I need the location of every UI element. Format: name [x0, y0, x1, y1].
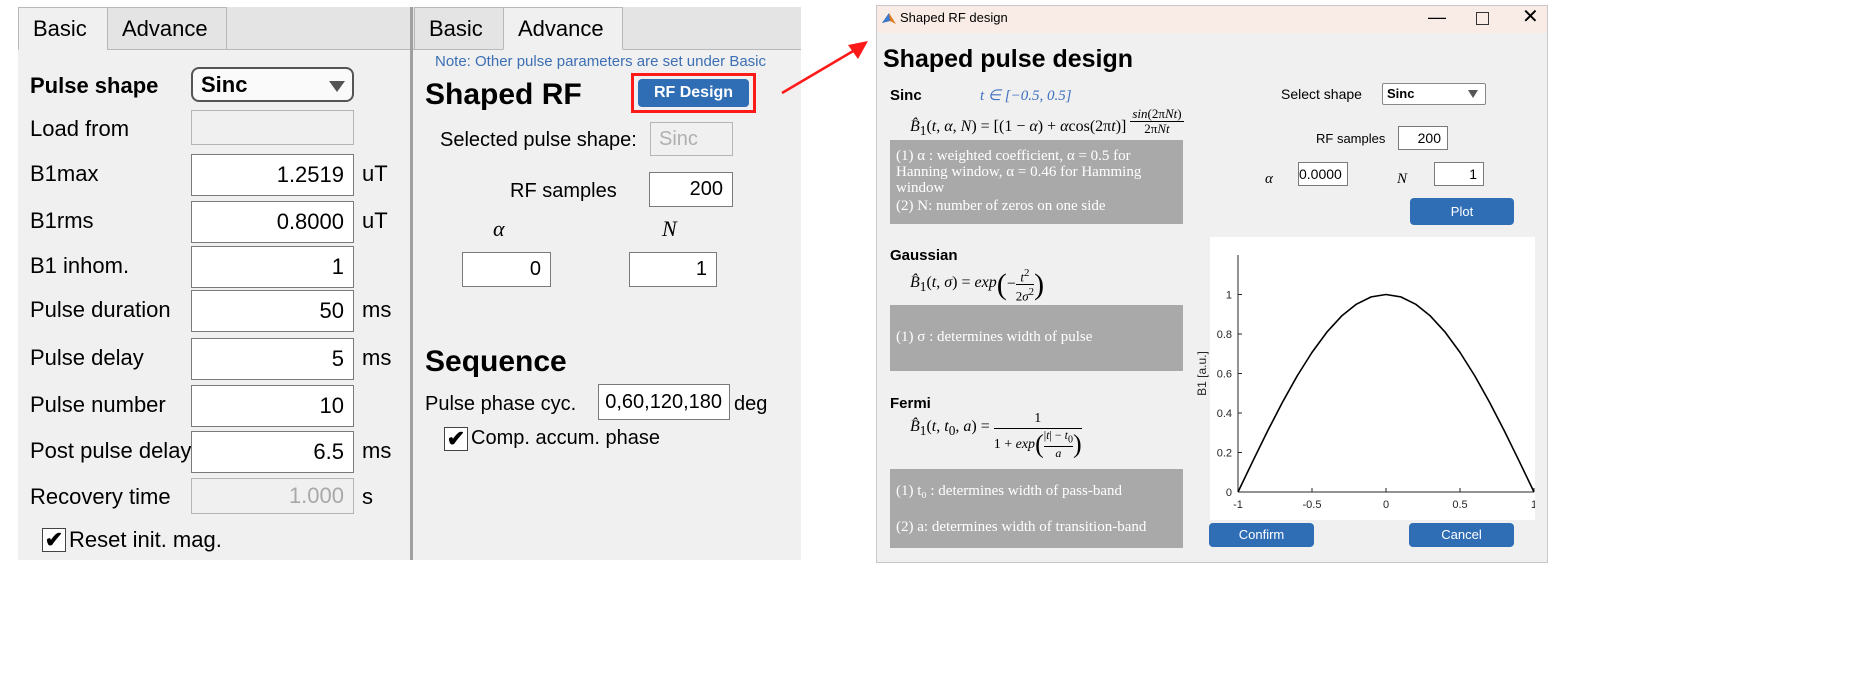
recovery-time-field: 1.000 [191, 478, 354, 514]
gaussian-desc-line1: (1) σ : determines width of pulse [896, 329, 1093, 345]
x-tick-label: -0.5 [1303, 499, 1322, 511]
minimize-icon[interactable]: — [1428, 4, 1446, 30]
x-tick-label: 0.5 [1452, 499, 1467, 511]
load-from-field [191, 110, 354, 145]
b1max-unit: uT [362, 161, 388, 186]
y-tick-label: 0.8 [1217, 329, 1232, 341]
sinc-formula: B̂1(t, α, N) = [(1 − α) + αcos(2πt)] sin… [910, 106, 1184, 139]
fermi-formula: B̂1(t, t0, a) = 1 1 + exp(|t| − t0 a) [910, 411, 1082, 461]
sinc-title: Sinc [890, 87, 922, 104]
select-shape-dropdown[interactable]: Sinc [1382, 83, 1486, 105]
comp-accum-phase-label: Comp. accum. phase [471, 427, 660, 449]
rf-samples-field[interactable]: 200 [649, 172, 733, 207]
selected-pulse-shape-field: Sinc [650, 122, 733, 156]
pulse-shape-value: Sinc [201, 72, 248, 97]
pulse-number-label: Pulse number [30, 392, 166, 417]
selected-pulse-shape-label: Selected pulse shape: [440, 129, 637, 151]
pulse-duration-unit: ms [362, 297, 392, 322]
sinc-desc-line1: (1) α : weighted coefficient, α = 0.5 fo… [896, 148, 1142, 196]
dialog-n-field[interactable]: 1 [1434, 162, 1484, 186]
b1max-label: B1max [30, 161, 99, 186]
post-pulse-delay-field[interactable]: 6.5 [191, 431, 354, 473]
gaussian-description: (1) σ : determines width of pulse [890, 305, 1183, 371]
dialog-heading: Shaped pulse design [883, 45, 1134, 73]
sinc-range: t ∈ [−0.5, 0.5] [980, 88, 1072, 104]
shaped-rf-heading: Shaped RF [425, 78, 582, 111]
x-tick-label: -1 [1233, 499, 1243, 511]
gaussian-formula: B̂1(t, σ) = exp(− t2 2σ2) [910, 267, 1045, 304]
plot-button[interactable]: Plot [1410, 198, 1514, 225]
n-field[interactable]: 1 [629, 252, 717, 287]
advance-note: Note: Other pulse parameters are set und… [435, 53, 766, 70]
dialog-alpha-field[interactable]: 0.0000 [1298, 162, 1348, 186]
cancel-button[interactable]: Cancel [1409, 523, 1514, 547]
pulse-duration-field[interactable]: 50 [191, 290, 354, 332]
tab-advance-mid[interactable]: Advance [503, 7, 623, 50]
b1-inhom-field[interactable]: 1 [191, 246, 354, 288]
chevron-down-icon [1468, 90, 1478, 98]
b1max-field[interactable]: 1.2519 [191, 154, 354, 196]
select-shape-label: Select shape [1281, 86, 1362, 102]
comp-accum-phase-checkbox[interactable]: ✔ [444, 427, 468, 451]
pulse-phase-field[interactable]: 0,60,120,180 [598, 384, 730, 420]
dialog-n-label: N [1397, 171, 1408, 187]
x-tick-label: 0 [1383, 499, 1389, 511]
pulse-delay-unit: ms [362, 345, 392, 370]
y-tick-label: 0 [1226, 487, 1232, 499]
fermi-desc-line2: (2) a: determines width of transition-ba… [896, 519, 1147, 535]
fermi-description: (1) t₀ : determines width of pass-band (… [890, 469, 1183, 548]
pulse-duration-label: Pulse duration [30, 297, 171, 322]
n-label: N [662, 216, 677, 241]
rf-design-button[interactable]: RF Design [638, 79, 749, 107]
pulse-phase-label: Pulse phase cyc. [425, 393, 577, 415]
pulse-number-field[interactable]: 10 [191, 385, 354, 427]
pulse-shape-label: Pulse shape [30, 73, 159, 98]
y-tick-label: 0.6 [1217, 369, 1232, 381]
select-shape-value: Sinc [1387, 86, 1415, 101]
y-tick-label: 0.2 [1217, 448, 1232, 460]
b1rms-field[interactable]: 0.8000 [191, 201, 354, 243]
maximize-icon[interactable] [1476, 12, 1489, 25]
y-tick-label: 0.4 [1217, 408, 1232, 420]
tab-basic-mid[interactable]: Basic [414, 7, 504, 50]
b1rms-label: B1rms [30, 208, 94, 233]
dialog-rf-samples-label: RF samples [1316, 131, 1386, 146]
reset-init-mag-checkbox[interactable]: ✔ [42, 528, 66, 552]
reset-init-mag-label: Reset init. mag. [69, 527, 222, 552]
post-pulse-delay-unit: ms [362, 438, 392, 463]
dialog-alpha-label: α [1265, 171, 1273, 187]
matlab-icon [882, 13, 896, 24]
dialog-rf-samples-field[interactable]: 200 [1398, 126, 1448, 150]
y-tick-label: 1 [1226, 290, 1232, 302]
y-axis-label: B1 [a.u.] [1195, 351, 1209, 396]
pulse-delay-label: Pulse delay [30, 345, 144, 370]
tab-advance-left[interactable]: Advance [107, 7, 227, 50]
sinc-description: (1) α : weighted coefficient, α = 0.5 fo… [890, 140, 1183, 224]
b1rms-unit: uT [362, 208, 388, 233]
post-pulse-delay-label: Post pulse delay [30, 438, 192, 463]
sinc-desc-line2: (2) N: number of zeros on one side [896, 198, 1106, 214]
alpha-label: α [493, 216, 505, 241]
chevron-down-icon [329, 81, 345, 92]
sequence-heading: Sequence [425, 345, 567, 378]
recovery-time-label: Recovery time [30, 484, 171, 509]
load-from-label: Load from [30, 116, 130, 141]
pulse-phase-unit: deg [734, 393, 768, 415]
fermi-desc-line1: (1) t₀ : determines width of pass-band [896, 483, 1123, 499]
pulse-delay-field[interactable]: 5 [191, 338, 354, 380]
b1-plot: -1 -0.5 0 0.5 1 0 0.2 0.4 0.6 0.8 1 B1 [a.u.] [1195, 237, 1535, 520]
plot-background [1210, 237, 1535, 520]
rf-samples-label: RF samples [510, 180, 617, 202]
tab-basic-left[interactable]: Basic [18, 7, 108, 50]
confirm-button[interactable]: Confirm [1209, 523, 1314, 547]
x-tick-label: 1 [1531, 499, 1535, 511]
red-arrow-icon [781, 41, 868, 95]
dialog-title: Shaped RF design [900, 10, 1008, 25]
alpha-field[interactable]: 0 [462, 252, 551, 287]
pulse-shape-dropdown[interactable]: Sinc [191, 67, 354, 102]
b1-inhom-label: B1 inhom. [30, 253, 130, 278]
close-icon[interactable]: ✕ [1522, 6, 1539, 28]
recovery-time-unit: s [362, 484, 373, 509]
